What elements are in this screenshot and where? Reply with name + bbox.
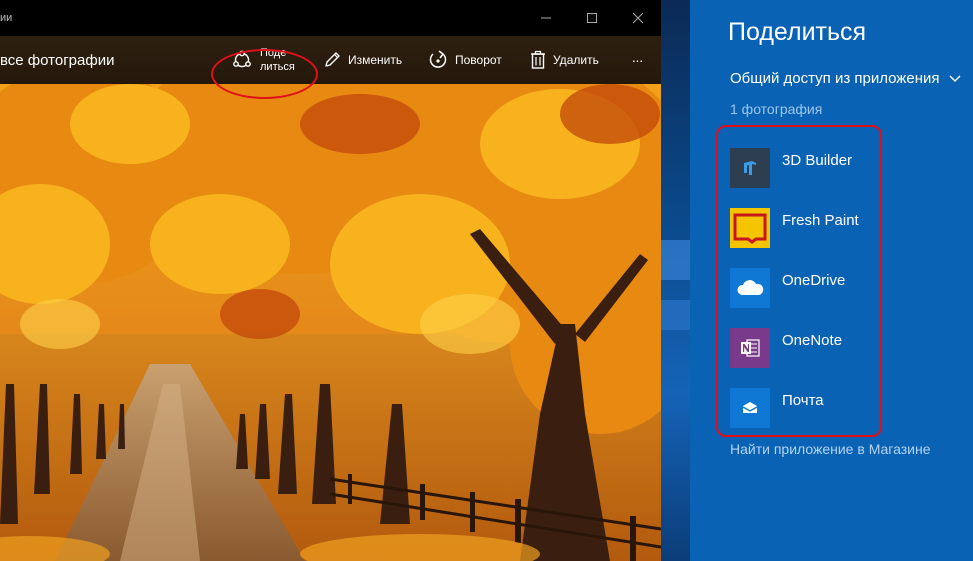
rotate-button-label: Поворот bbox=[455, 53, 502, 67]
delete-button[interactable]: Удалить bbox=[529, 36, 599, 84]
share-app-label: OneNote bbox=[782, 332, 843, 349]
onenote-icon bbox=[730, 328, 770, 368]
share-app-label: 3D Builder bbox=[782, 152, 853, 169]
onedrive-icon bbox=[730, 268, 770, 308]
minimize-icon bbox=[541, 17, 551, 19]
find-app-in-store-link[interactable]: Найти приложение в Магазине bbox=[730, 441, 930, 457]
share-app-fresh-paint[interactable]: Fresh Paint bbox=[730, 208, 880, 250]
share-label-line-1: Поде- bbox=[260, 47, 290, 59]
photos-app-window: ии все фотографии Поде- литься Изменить … bbox=[0, 0, 661, 561]
desktop-light-stripe bbox=[661, 240, 690, 280]
window-title: ии bbox=[0, 12, 13, 24]
share-label-line-2: литься bbox=[260, 61, 295, 73]
title-bar[interactable]: ии bbox=[0, 0, 661, 36]
rotate-icon bbox=[429, 50, 447, 68]
maximize-icon bbox=[587, 13, 597, 23]
desktop-light-stripe bbox=[661, 300, 690, 330]
pencil-icon bbox=[325, 52, 340, 67]
autumn-alley-photo bbox=[0, 84, 661, 561]
mail-icon bbox=[730, 388, 770, 428]
share-app-3d-builder[interactable]: 3D Builder bbox=[730, 148, 880, 190]
share-pane-title: Поделиться bbox=[728, 18, 867, 46]
photo-toolbar: все фотографии Поде- литься Изменить Пов… bbox=[0, 36, 661, 84]
edit-button[interactable]: Изменить bbox=[322, 36, 402, 84]
share-source-dropdown[interactable]: Общий доступ из приложения bbox=[730, 70, 961, 87]
edit-button-label: Изменить bbox=[348, 53, 403, 67]
close-button[interactable] bbox=[615, 0, 661, 36]
share-button-label: Поде- литься bbox=[260, 46, 295, 74]
rotate-button[interactable]: Поворот bbox=[427, 36, 502, 84]
share-source-label: Общий доступ из приложения bbox=[730, 70, 940, 87]
more-options-icon: ··· bbox=[631, 52, 644, 68]
fresh-paint-icon bbox=[730, 208, 770, 248]
close-icon bbox=[632, 12, 644, 24]
maximize-button[interactable] bbox=[569, 0, 615, 36]
delete-button-label: Удалить bbox=[553, 53, 599, 67]
share-app-onenote[interactable]: OneNote bbox=[730, 328, 880, 370]
share-app-mail[interactable]: Почта bbox=[730, 388, 880, 430]
share-app-label: Почта bbox=[782, 392, 824, 409]
more-options-button[interactable]: ··· bbox=[626, 36, 648, 84]
chevron-down-icon bbox=[949, 75, 961, 82]
share-button[interactable]: Поде- литься bbox=[232, 36, 295, 84]
share-app-onedrive[interactable]: OneDrive bbox=[730, 268, 880, 310]
minimize-button[interactable] bbox=[523, 0, 569, 36]
trash-icon bbox=[531, 50, 545, 69]
share-icon bbox=[233, 50, 251, 68]
all-photos-back-link[interactable]: все фотографии bbox=[0, 52, 114, 69]
share-pane: Поделиться Общий доступ из приложения 1 … bbox=[690, 0, 973, 561]
3d-builder-icon bbox=[730, 148, 770, 188]
desktop-background bbox=[661, 0, 690, 561]
share-app-label: OneDrive bbox=[782, 272, 846, 289]
selected-photo-count: 1 фотография bbox=[730, 101, 823, 117]
share-app-label: Fresh Paint bbox=[782, 212, 859, 229]
